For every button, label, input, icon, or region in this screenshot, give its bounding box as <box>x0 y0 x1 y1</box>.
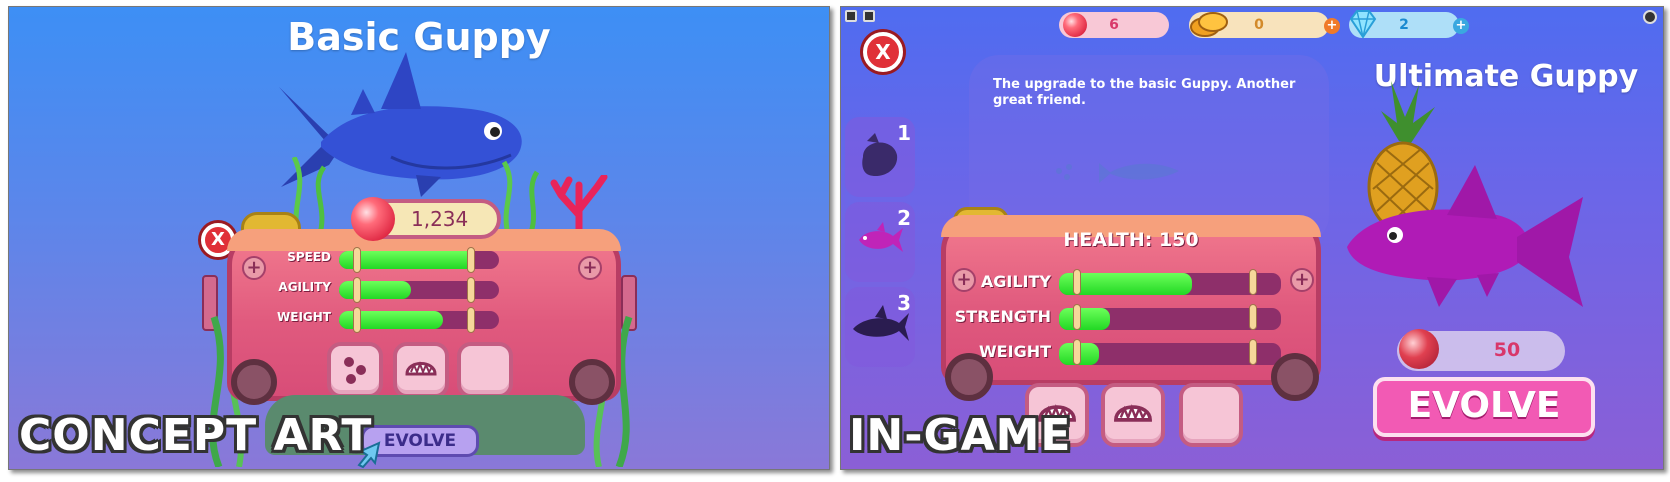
level-slot-2[interactable]: 2 <box>845 202 915 282</box>
cost-value: 50 <box>1493 339 1521 361</box>
gold-coins-icon <box>1190 12 1228 37</box>
stat-bar-speed <box>339 247 499 273</box>
evolve-button[interactable]: EVOLVE <box>1373 377 1595 437</box>
stat-bar-strength <box>1059 304 1281 330</box>
add-diamonds-button[interactable]: + <box>1453 18 1469 34</box>
purple-guppy-image <box>1347 165 1583 307</box>
stat-label-agility: AGILITY <box>278 280 331 294</box>
stat-bar-agility <box>339 277 499 303</box>
stat-bar-weight <box>339 307 499 333</box>
stat-label-strength: STRENGTH <box>954 307 1051 326</box>
plus-bolt-icon: + <box>1290 268 1314 292</box>
locked-shark-silhouette <box>853 305 909 341</box>
pipe-left-decoration <box>231 359 277 405</box>
ability-slot-empty[interactable] <box>457 342 513 398</box>
stat-bar-marker <box>1249 269 1257 295</box>
in-game-caption: IN-GAME <box>849 410 1072 461</box>
pink-orb-icon <box>1063 13 1087 37</box>
ability-slot-bubbles[interactable] <box>327 342 383 398</box>
pipe-right-decoration <box>1271 353 1319 401</box>
pipe-right-decoration <box>569 359 615 405</box>
add-coins-button[interactable]: + <box>1324 18 1340 34</box>
ability-slot-bite-2[interactable] <box>1101 383 1165 447</box>
plus-bolt-icon: + <box>242 256 266 280</box>
ability-slot-bite[interactable] <box>393 342 449 398</box>
stat-bar-fill <box>339 281 411 299</box>
stat-bar-agility <box>1059 269 1281 295</box>
locked-fish-silhouette <box>862 133 898 177</box>
concept-art-caption: CONCEPT ART <box>19 410 373 461</box>
stat-bar-fill <box>1059 308 1111 330</box>
stat-bar-marker <box>467 247 475 273</box>
cost-pill: 1,234 <box>351 197 501 241</box>
level-slot-3[interactable]: 3 <box>845 287 915 367</box>
close-button[interactable]: X <box>863 32 903 72</box>
stat-bar-marker <box>1249 304 1257 330</box>
currency-diamonds: 2 <box>1349 10 1459 39</box>
stat-bar-marker <box>353 247 361 273</box>
concept-art-panel: Basic Guppy X + + 1,234 SPEED AGILITY WE… <box>8 6 830 470</box>
bubbles-icon <box>344 357 366 384</box>
level-slot-1[interactable]: 1 <box>845 117 915 197</box>
stat-bar-marker <box>1073 269 1081 295</box>
stat-bar-marker <box>1073 304 1081 330</box>
stat-label-agility: AGILITY <box>980 272 1051 291</box>
jaws-icon <box>1114 404 1152 422</box>
pipe-left-decoration <box>945 353 993 401</box>
stat-bar-weight <box>1059 339 1281 365</box>
stat-bar-marker <box>353 307 361 333</box>
stat-bar-marker <box>467 277 475 303</box>
fish-silhouettes-decoration <box>1056 163 1179 183</box>
chat-icon[interactable] <box>863 10 875 22</box>
orb-count: 6 <box>1109 17 1119 33</box>
stat-bar-marker <box>467 307 475 333</box>
purple-guppy-icon <box>859 222 903 252</box>
stat-label-weight: WEIGHT <box>277 310 331 324</box>
health-label: HEALTH: 150 <box>1063 229 1199 251</box>
stat-bar-marker <box>1073 339 1081 365</box>
stat-label-speed: SPEED <box>287 250 331 264</box>
stat-bar-marker <box>1249 339 1257 365</box>
description-text: The upgrade to the basic Guppy. Another … <box>993 77 1296 108</box>
coin-count: 0 <box>1254 17 1264 33</box>
pink-orb-icon <box>1399 329 1439 369</box>
settings-icon[interactable] <box>1643 10 1657 24</box>
jaws-icon <box>405 361 437 376</box>
stat-bar-marker <box>353 277 361 303</box>
menu-icon[interactable] <box>845 10 857 22</box>
currency-orbs: 6 <box>1059 12 1169 38</box>
currency-coins: 0 <box>1189 12 1329 38</box>
diamond-icon <box>1349 10 1377 39</box>
cost-pill: 50 <box>1397 329 1565 371</box>
pink-orb-icon <box>351 197 395 241</box>
diamond-count: 2 <box>1399 17 1409 33</box>
plus-bolt-icon: + <box>578 256 602 280</box>
ability-slot-empty[interactable] <box>1179 383 1243 447</box>
cost-value: 1,234 <box>411 207 469 231</box>
in-game-panel: 6 0 + 2 + X The upgrade to the basic Gup… <box>840 6 1664 470</box>
